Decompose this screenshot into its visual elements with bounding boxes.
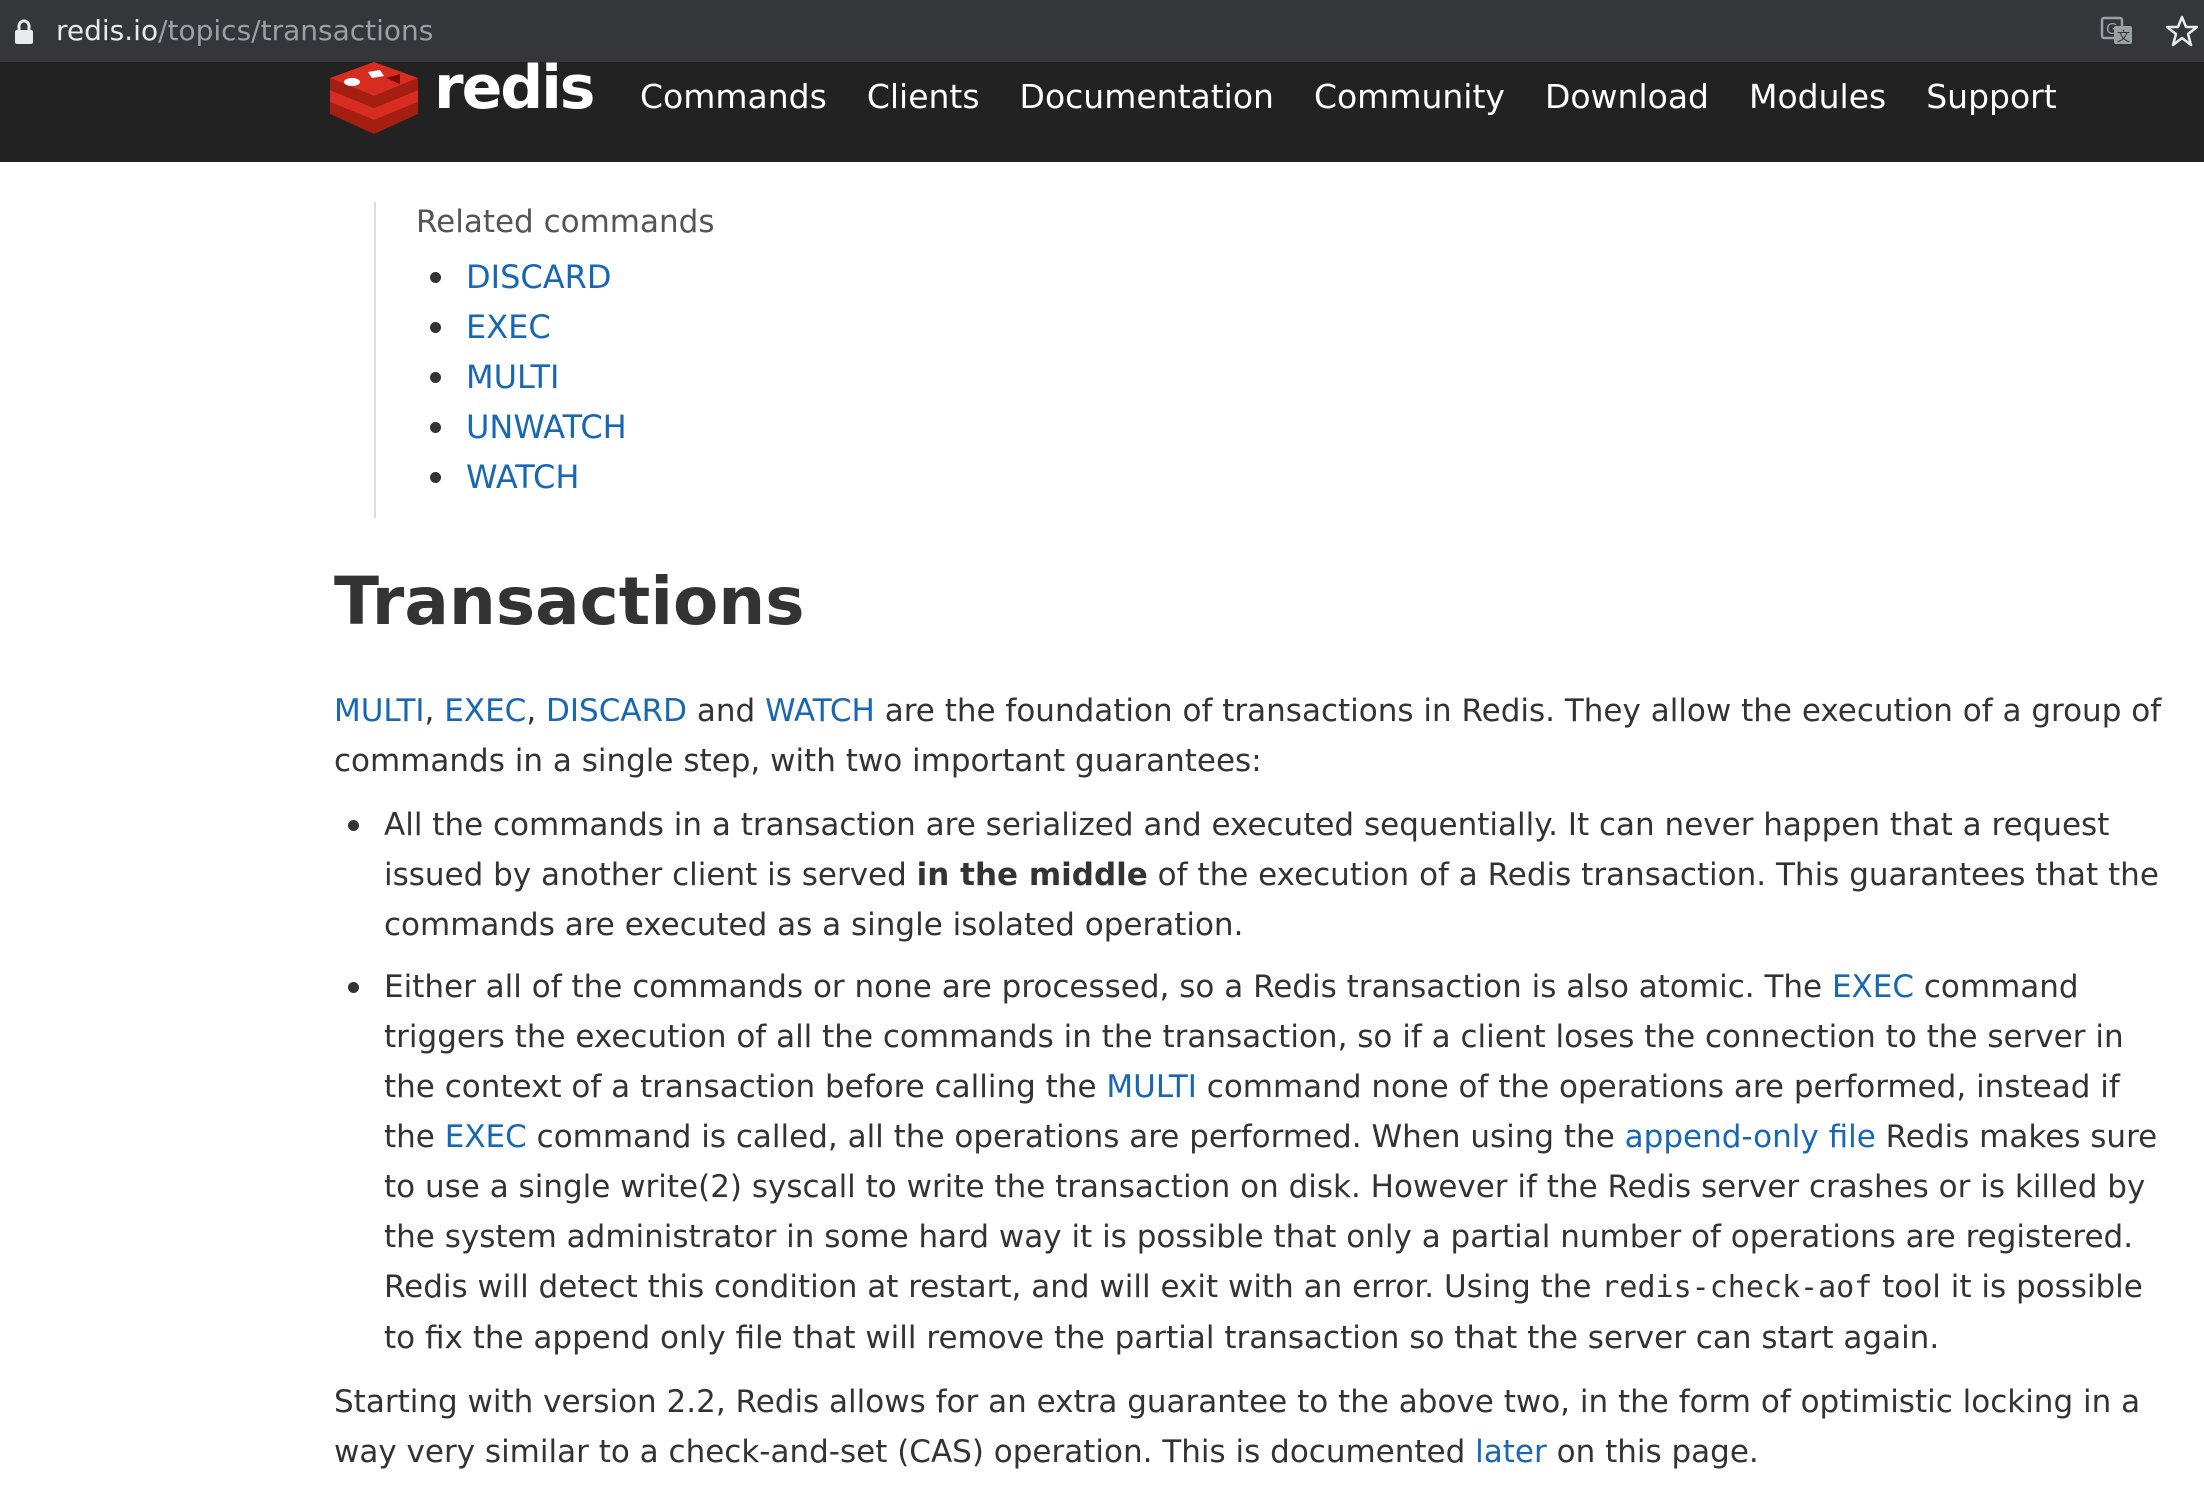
related-link-watch[interactable]: WATCH [466,458,579,496]
guarantee-bullet-1: All the commands in a transaction are se… [334,800,2159,950]
nav-commands[interactable]: Commands [640,62,827,132]
bullet [348,820,359,831]
intro-text: , [424,693,445,729]
intro-text: commands in a single step, with two impo… [334,743,1262,779]
link-exec[interactable]: EXEC [1832,969,1914,1005]
url-host: redis.io [56,14,159,47]
bullet-text: to fix the append only file that will re… [384,1320,1940,1356]
intro-link-multi[interactable]: MULTI [334,693,425,729]
closing-paragraph: Starting with version 2.2, Redis allows … [334,1377,2141,1477]
bullet-text: to use a single write(2) syscall to writ… [384,1169,2146,1205]
bullet [430,272,441,283]
nav-modules[interactable]: Modules [1749,62,1886,132]
page-title: Transactions [334,563,805,640]
related-title: Related commands [416,204,715,240]
nav-download[interactable]: Download [1545,62,1709,132]
url-field[interactable]: redis.io/topics/transactions [56,13,433,49]
bullet-text: commands are executed as a single isolat… [384,907,1244,943]
related-list: DISCARD EXEC MULTI UNWATCH WATCH [416,252,714,502]
related-item: DISCARD [416,252,714,302]
lock-icon [15,19,33,44]
bullet-text: command is called, all the operations ar… [526,1119,1625,1155]
related-link-unwatch[interactable]: UNWATCH [466,408,627,446]
article-body: MULTI, EXEC, DISCARD and WATCH are the f… [334,686,2161,1477]
intro-text: are the foundation of transactions in Re… [874,693,2162,729]
related-item: WATCH [416,452,714,502]
link-append-only-file[interactable]: append-only file [1625,1119,1876,1155]
related-border [374,202,376,518]
intro-text: , [526,693,547,729]
bullet [348,982,359,993]
main-nav: Commands Clients Documentation Community… [640,62,2097,132]
bold-text: in the middle [916,857,1148,893]
inline-code: redis-check-aof [1601,1270,1873,1305]
related-item: EXEC [416,302,714,352]
nav-clients[interactable]: Clients [867,62,980,132]
bullet [430,322,441,333]
redis-logo-text: redis [434,53,596,123]
intro-paragraph: MULTI, EXEC, DISCARD and WATCH are the f… [334,686,2161,786]
bullet-text: triggers the execution of all the comman… [384,1019,2124,1055]
bullet [430,372,441,383]
bullet-text: the [384,1119,445,1155]
nav-community[interactable]: Community [1314,62,1505,132]
bullet [430,422,441,433]
bullet-text: command [1914,969,2079,1005]
closing-text: Starting with version 2.2, Redis allows … [334,1384,2141,1420]
url-path: /topics/transactions [158,14,434,47]
redis-logo-icon [330,62,418,134]
related-link-multi[interactable]: MULTI [466,358,559,396]
link-later[interactable]: later [1475,1434,1547,1470]
link-exec[interactable]: EXEC [445,1119,527,1155]
related-commands: Related commands DISCARD EXEC MULTI UNWA… [416,202,714,502]
bookmark-star-icon[interactable] [2165,14,2199,48]
bullet-text: Redis makes sure [1875,1119,2158,1155]
related-link-discard[interactable]: DISCARD [466,258,612,296]
browser-address-bar: redis.io/topics/transactions G 文 [0,0,2204,62]
svg-text:文: 文 [2117,30,2130,45]
guarantee-bullet-2: Either all of the commands or none are p… [334,962,2157,1363]
bullet-text: issued by another client is served [384,857,917,893]
bullet-text: command none of the operations are perfo… [1196,1069,2120,1105]
intro-link-watch[interactable]: WATCH [765,693,875,729]
bullet [430,472,441,483]
related-item: UNWATCH [416,402,714,452]
bullet-text: of the execution of a Redis transaction.… [1147,857,2159,893]
nav-documentation[interactable]: Documentation [1020,62,1274,132]
bullet-text: the system administrator in some hard wa… [384,1219,2134,1255]
intro-text: and [686,693,766,729]
related-item: MULTI [416,352,714,402]
bullet-text: tool it is possible [1872,1269,2143,1305]
closing-text: on this page. [1546,1434,1759,1470]
closing-text: way very similar to a check-and-set (CAS… [334,1434,1476,1470]
link-multi[interactable]: MULTI [1106,1069,1197,1105]
nav-support[interactable]: Support [1926,62,2056,132]
translate-icon[interactable]: G 文 [2100,14,2134,48]
bullet-text: Either all of the commands or none are p… [384,969,1832,1005]
intro-link-discard[interactable]: DISCARD [546,693,687,729]
bullet-text: All the commands in a transaction are se… [384,807,2110,843]
bullet-text: the context of a transaction before call… [384,1069,1107,1105]
intro-link-exec[interactable]: EXEC [444,693,526,729]
related-link-exec[interactable]: EXEC [466,308,551,346]
bullet-text: Redis will detect this condition at rest… [384,1269,1602,1305]
